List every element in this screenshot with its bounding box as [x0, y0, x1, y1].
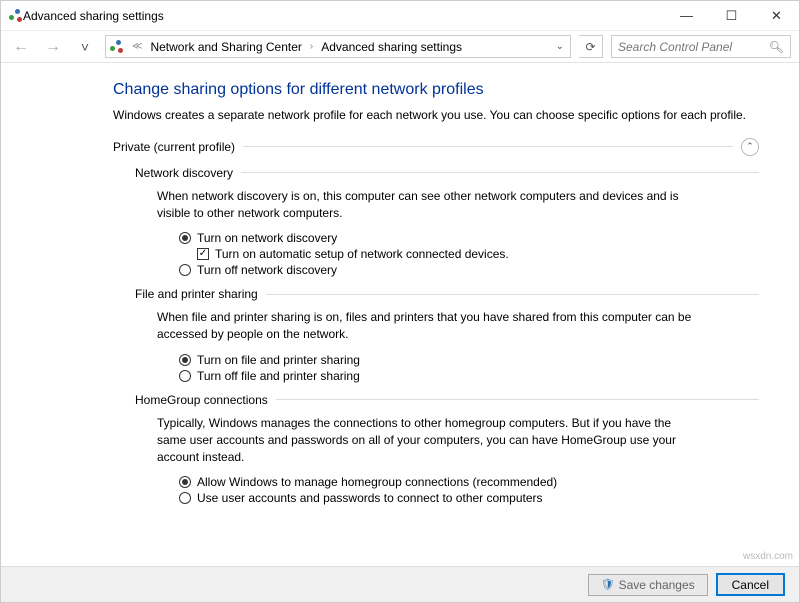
- page-subtext: Windows creates a separate network profi…: [113, 107, 759, 124]
- search-placeholder: Search Control Panel: [618, 40, 732, 54]
- checkbox-label: Turn on automatic setup of network conne…: [215, 247, 509, 261]
- network-discovery-desc: When network discovery is on, this compu…: [157, 188, 697, 222]
- breadcrumb-item-1[interactable]: Network and Sharing Center: [148, 40, 303, 54]
- fps-label: File and printer sharing: [135, 287, 258, 301]
- network-icon: [9, 9, 23, 23]
- subsection-file-printer-sharing: File and printer sharing: [135, 287, 759, 301]
- fps-desc: When file and printer sharing is on, fil…: [157, 309, 697, 343]
- network-icon: [110, 40, 124, 54]
- breadcrumb[interactable]: ≪ Network and Sharing Center › Advanced …: [105, 35, 571, 58]
- radio-label: Turn on network discovery: [197, 231, 337, 245]
- homegroup-options: Allow Windows to manage homegroup connec…: [179, 475, 759, 505]
- homegroup-label: HomeGroup connections: [135, 393, 268, 407]
- radio-icon: [179, 370, 191, 382]
- titlebar: Advanced sharing settings — ☐ ✕: [1, 1, 799, 31]
- radio-netdisc-on[interactable]: Turn on network discovery: [179, 231, 759, 245]
- back-button[interactable]: ←: [9, 35, 33, 59]
- radio-hg-allow[interactable]: Allow Windows to manage homegroup connec…: [179, 475, 759, 489]
- watermark: wsxdn.com: [743, 551, 793, 562]
- radio-hg-use[interactable]: Use user accounts and passwords to conne…: [179, 491, 759, 505]
- radio-label: Turn off file and printer sharing: [197, 369, 360, 383]
- divider: [241, 172, 759, 173]
- breadcrumb-item-2[interactable]: Advanced sharing settings: [319, 40, 464, 54]
- collapse-button[interactable]: ⌃: [741, 138, 759, 156]
- chevron-right-icon: ›: [308, 41, 315, 52]
- window-controls: — ☐ ✕: [664, 2, 799, 30]
- checkbox-netdisc-auto[interactable]: Turn on automatic setup of network conne…: [197, 247, 759, 261]
- minimize-button[interactable]: —: [664, 2, 709, 30]
- network-discovery-label: Network discovery: [135, 166, 233, 180]
- radio-icon: [179, 264, 191, 276]
- cancel-button[interactable]: Cancel: [716, 573, 785, 596]
- radio-netdisc-off[interactable]: Turn off network discovery: [179, 263, 759, 277]
- search-input[interactable]: Search Control Panel 🔍︎: [611, 35, 791, 58]
- network-discovery-options: Turn on network discovery Turn on automa…: [179, 231, 759, 277]
- divider: [243, 146, 733, 147]
- divider: [266, 294, 759, 295]
- radio-icon: [179, 476, 191, 488]
- radio-icon: [179, 232, 191, 244]
- radio-label: Turn off network discovery: [197, 263, 337, 277]
- content-area: Change sharing options for different net…: [1, 63, 799, 569]
- breadcrumb-root-sep: ≪: [130, 41, 144, 52]
- checkbox-icon: [197, 248, 209, 260]
- subsection-homegroup: HomeGroup connections: [135, 393, 759, 407]
- page-heading: Change sharing options for different net…: [113, 81, 759, 99]
- shield-icon: 🛡: [601, 578, 615, 591]
- search-icon: 🔍︎: [769, 40, 784, 54]
- save-label: Save changes: [619, 578, 695, 592]
- window-title: Advanced sharing settings: [23, 9, 664, 23]
- refresh-button[interactable]: ⟳: [579, 35, 603, 58]
- save-button[interactable]: 🛡 Save changes: [588, 574, 708, 596]
- fps-options: Turn on file and printer sharing Turn of…: [179, 353, 759, 383]
- close-button[interactable]: ✕: [754, 2, 799, 30]
- radio-label: Use user accounts and passwords to conne…: [197, 491, 543, 505]
- address-bar: ← → ˅ ≪ Network and Sharing Center › Adv…: [1, 31, 799, 63]
- radio-icon: [179, 492, 191, 504]
- divider: [276, 399, 759, 400]
- maximize-button[interactable]: ☐: [709, 2, 754, 30]
- up-button[interactable]: ˅: [73, 35, 97, 59]
- address-dropdown-icon[interactable]: ⌄: [556, 41, 568, 52]
- cancel-label: Cancel: [732, 578, 769, 592]
- radio-fps-off[interactable]: Turn off file and printer sharing: [179, 369, 759, 383]
- footer: 🛡 Save changes Cancel: [1, 566, 799, 602]
- radio-label: Turn on file and printer sharing: [197, 353, 360, 367]
- section-private-label: Private (current profile): [113, 140, 235, 154]
- homegroup-desc: Typically, Windows manages the connectio…: [157, 415, 697, 465]
- subsection-network-discovery: Network discovery: [135, 166, 759, 180]
- section-private: Private (current profile) ⌃: [113, 138, 759, 156]
- radio-icon: [179, 354, 191, 366]
- radio-fps-on[interactable]: Turn on file and printer sharing: [179, 353, 759, 367]
- forward-button[interactable]: →: [41, 35, 65, 59]
- radio-label: Allow Windows to manage homegroup connec…: [197, 475, 557, 489]
